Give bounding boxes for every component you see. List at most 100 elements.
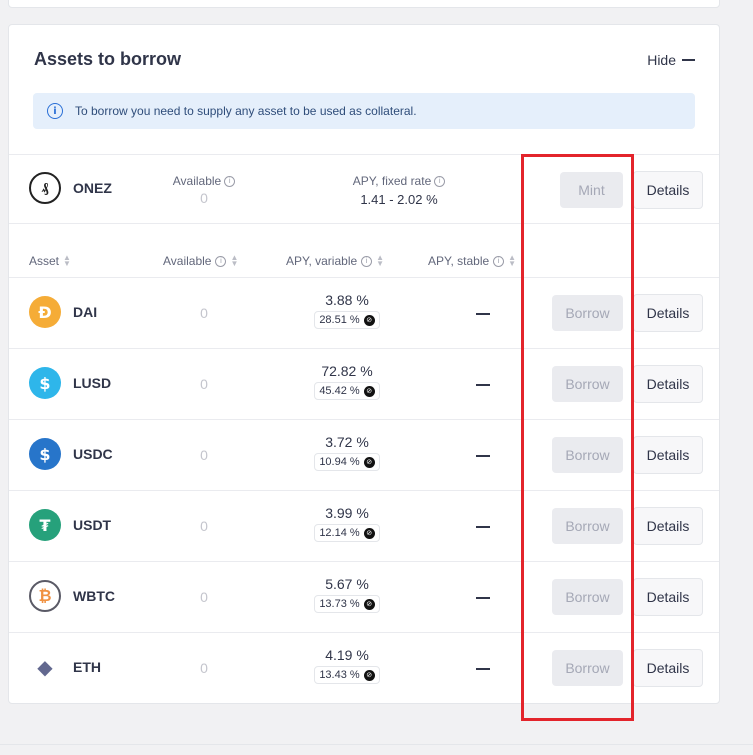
- usdt-logo-icon: ₮: [29, 509, 61, 541]
- row-symbol: USDC: [73, 446, 113, 462]
- hide-button[interactable]: Hide: [647, 52, 695, 68]
- details-button[interactable]: Details: [633, 365, 703, 403]
- info-banner: i To borrow you need to supply any asset…: [33, 93, 695, 129]
- details-button[interactable]: Details: [633, 294, 703, 332]
- onez-asset: ₰ ONEZ: [29, 172, 112, 204]
- onez-apy: APY, fixed rate i 1.41 - 2.02 %: [319, 172, 479, 207]
- dai-logo-icon: Đ: [29, 296, 61, 328]
- row-asset: ₮ USDT: [29, 509, 111, 541]
- minus-icon: [682, 59, 695, 61]
- reward-token-icon: ⊘: [363, 314, 375, 326]
- row-asset: ₿ WBTC: [29, 580, 115, 612]
- details-button[interactable]: Details: [633, 436, 703, 474]
- row-apy-value: 4.19 %: [325, 647, 369, 663]
- row-available: 0: [200, 305, 208, 321]
- onez-apy-label-text: APY, fixed rate: [352, 174, 432, 188]
- column-header-apy-variable-label: APY, variable: [286, 254, 358, 268]
- incentive-value: 10.94 %: [319, 456, 360, 468]
- row-symbol: USDT: [73, 517, 112, 533]
- column-header-apy-stable[interactable]: APY, stable i ▲ ▼: [428, 253, 517, 269]
- usdc-logo-icon: $: [29, 438, 61, 470]
- details-button[interactable]: Details: [633, 578, 703, 616]
- row-apy-stable: [476, 313, 490, 315]
- info-icon[interactable]: i: [361, 255, 373, 267]
- sort-arrows-icon: ▲ ▼: [376, 253, 385, 268]
- incentive-badge[interactable]: 10.94 % ⊘: [314, 453, 380, 471]
- row-available: 0: [200, 589, 208, 605]
- incentive-badge[interactable]: 13.73 % ⊘: [314, 595, 380, 613]
- incentive-value: 45.42 %: [319, 385, 360, 397]
- row-apy-variable: 3.88 % 28.51 % ⊘: [307, 292, 387, 329]
- row-apy-value: 72.82 %: [321, 363, 373, 379]
- column-header-apy-stable-label: APY, stable: [428, 254, 490, 268]
- row-apy-value: 5.67 %: [325, 576, 369, 592]
- row-available: 0: [200, 660, 208, 676]
- info-circle-icon: i: [47, 103, 63, 119]
- incentive-badge[interactable]: 28.51 % ⊘: [314, 311, 380, 329]
- row-apy-stable: [476, 668, 490, 670]
- onez-symbol: ONEZ: [73, 180, 112, 196]
- sort-arrows-icon: ▲ ▼: [508, 253, 517, 268]
- row-symbol: ETH: [73, 659, 101, 675]
- incentive-badge[interactable]: 13.43 % ⊘: [314, 666, 380, 684]
- details-button[interactable]: Details: [633, 507, 703, 545]
- row-symbol: LUSD: [73, 375, 112, 391]
- page-title: Assets to borrow: [34, 49, 182, 69]
- row-asset: $ USDC: [29, 438, 113, 470]
- reward-token-icon: ⊘: [363, 385, 375, 397]
- row-apy-variable: 3.99 % 12.14 % ⊘: [307, 505, 387, 542]
- column-header-asset-label: Asset: [29, 254, 60, 268]
- column-header-available[interactable]: Available i ▲ ▼: [163, 253, 239, 269]
- row-symbol: DAI: [73, 304, 98, 320]
- onez-available: Available i 0: [154, 172, 254, 206]
- row-apy-variable: 4.19 % 13.43 % ⊘: [307, 647, 387, 684]
- wbtc-logo-icon: ₿: [29, 580, 61, 612]
- previous-card: [8, 0, 720, 8]
- row-apy-value: 3.88 %: [325, 292, 369, 308]
- row-apy-variable: 5.67 % 13.73 % ⊘: [307, 576, 387, 613]
- onez-details-button[interactable]: Details: [633, 171, 703, 209]
- incentive-value: 13.73 %: [319, 598, 360, 610]
- info-icon[interactable]: i: [434, 175, 446, 187]
- incentive-value: 13.43 %: [319, 669, 360, 681]
- reward-token-icon: ⊘: [363, 456, 375, 468]
- onez-available-label: Available i: [172, 174, 236, 188]
- row-apy-stable: [476, 384, 490, 386]
- info-icon[interactable]: i: [493, 255, 505, 267]
- row-apy-value: 3.99 %: [325, 505, 369, 521]
- incentive-value: 28.51 %: [319, 314, 360, 326]
- incentive-badge[interactable]: 45.42 % ⊘: [314, 382, 380, 400]
- column-header-apy-variable[interactable]: APY, variable i ▲ ▼: [286, 253, 385, 269]
- column-header-asset[interactable]: Asset ▲ ▼: [29, 253, 71, 269]
- row-asset: Đ DAI: [29, 296, 97, 328]
- incentive-value: 12.14 %: [319, 527, 360, 539]
- column-header-available-label: Available: [163, 254, 212, 268]
- info-banner-text: To borrow you need to supply any asset t…: [75, 104, 417, 118]
- onez-apy-value: 1.41 - 2.02 %: [360, 192, 438, 207]
- onez-apy-label: APY, fixed rate i: [353, 174, 446, 188]
- row-asset: $ LUSD: [29, 367, 111, 399]
- footer-divider: [0, 744, 753, 745]
- row-apy-stable: [476, 526, 490, 528]
- info-icon[interactable]: i: [215, 255, 227, 267]
- onez-available-label-text: Available: [172, 174, 222, 188]
- row-apy-stable: [476, 597, 490, 599]
- incentive-badge[interactable]: 12.14 % ⊘: [314, 524, 380, 542]
- hide-label: Hide: [647, 52, 676, 68]
- row-available: 0: [200, 518, 208, 534]
- row-available: 0: [200, 447, 208, 463]
- reward-token-icon: ⊘: [363, 598, 375, 610]
- highlight-box: [521, 154, 634, 721]
- row-apy-variable: 3.72 % 10.94 % ⊘: [307, 434, 387, 471]
- lusd-logo-icon: $: [29, 367, 61, 399]
- sort-arrows-icon: ▲ ▼: [63, 253, 71, 268]
- row-apy-variable: 72.82 % 45.42 % ⊘: [307, 363, 387, 400]
- row-apy-value: 3.72 %: [325, 434, 369, 450]
- row-available: 0: [200, 376, 208, 392]
- details-button[interactable]: Details: [633, 649, 703, 687]
- onez-available-value: 0: [200, 190, 208, 206]
- onez-logo-icon: ₰: [29, 172, 61, 204]
- sort-arrows-icon: ▲ ▼: [230, 253, 239, 268]
- info-icon[interactable]: i: [224, 175, 236, 187]
- row-symbol: WBTC: [73, 588, 115, 604]
